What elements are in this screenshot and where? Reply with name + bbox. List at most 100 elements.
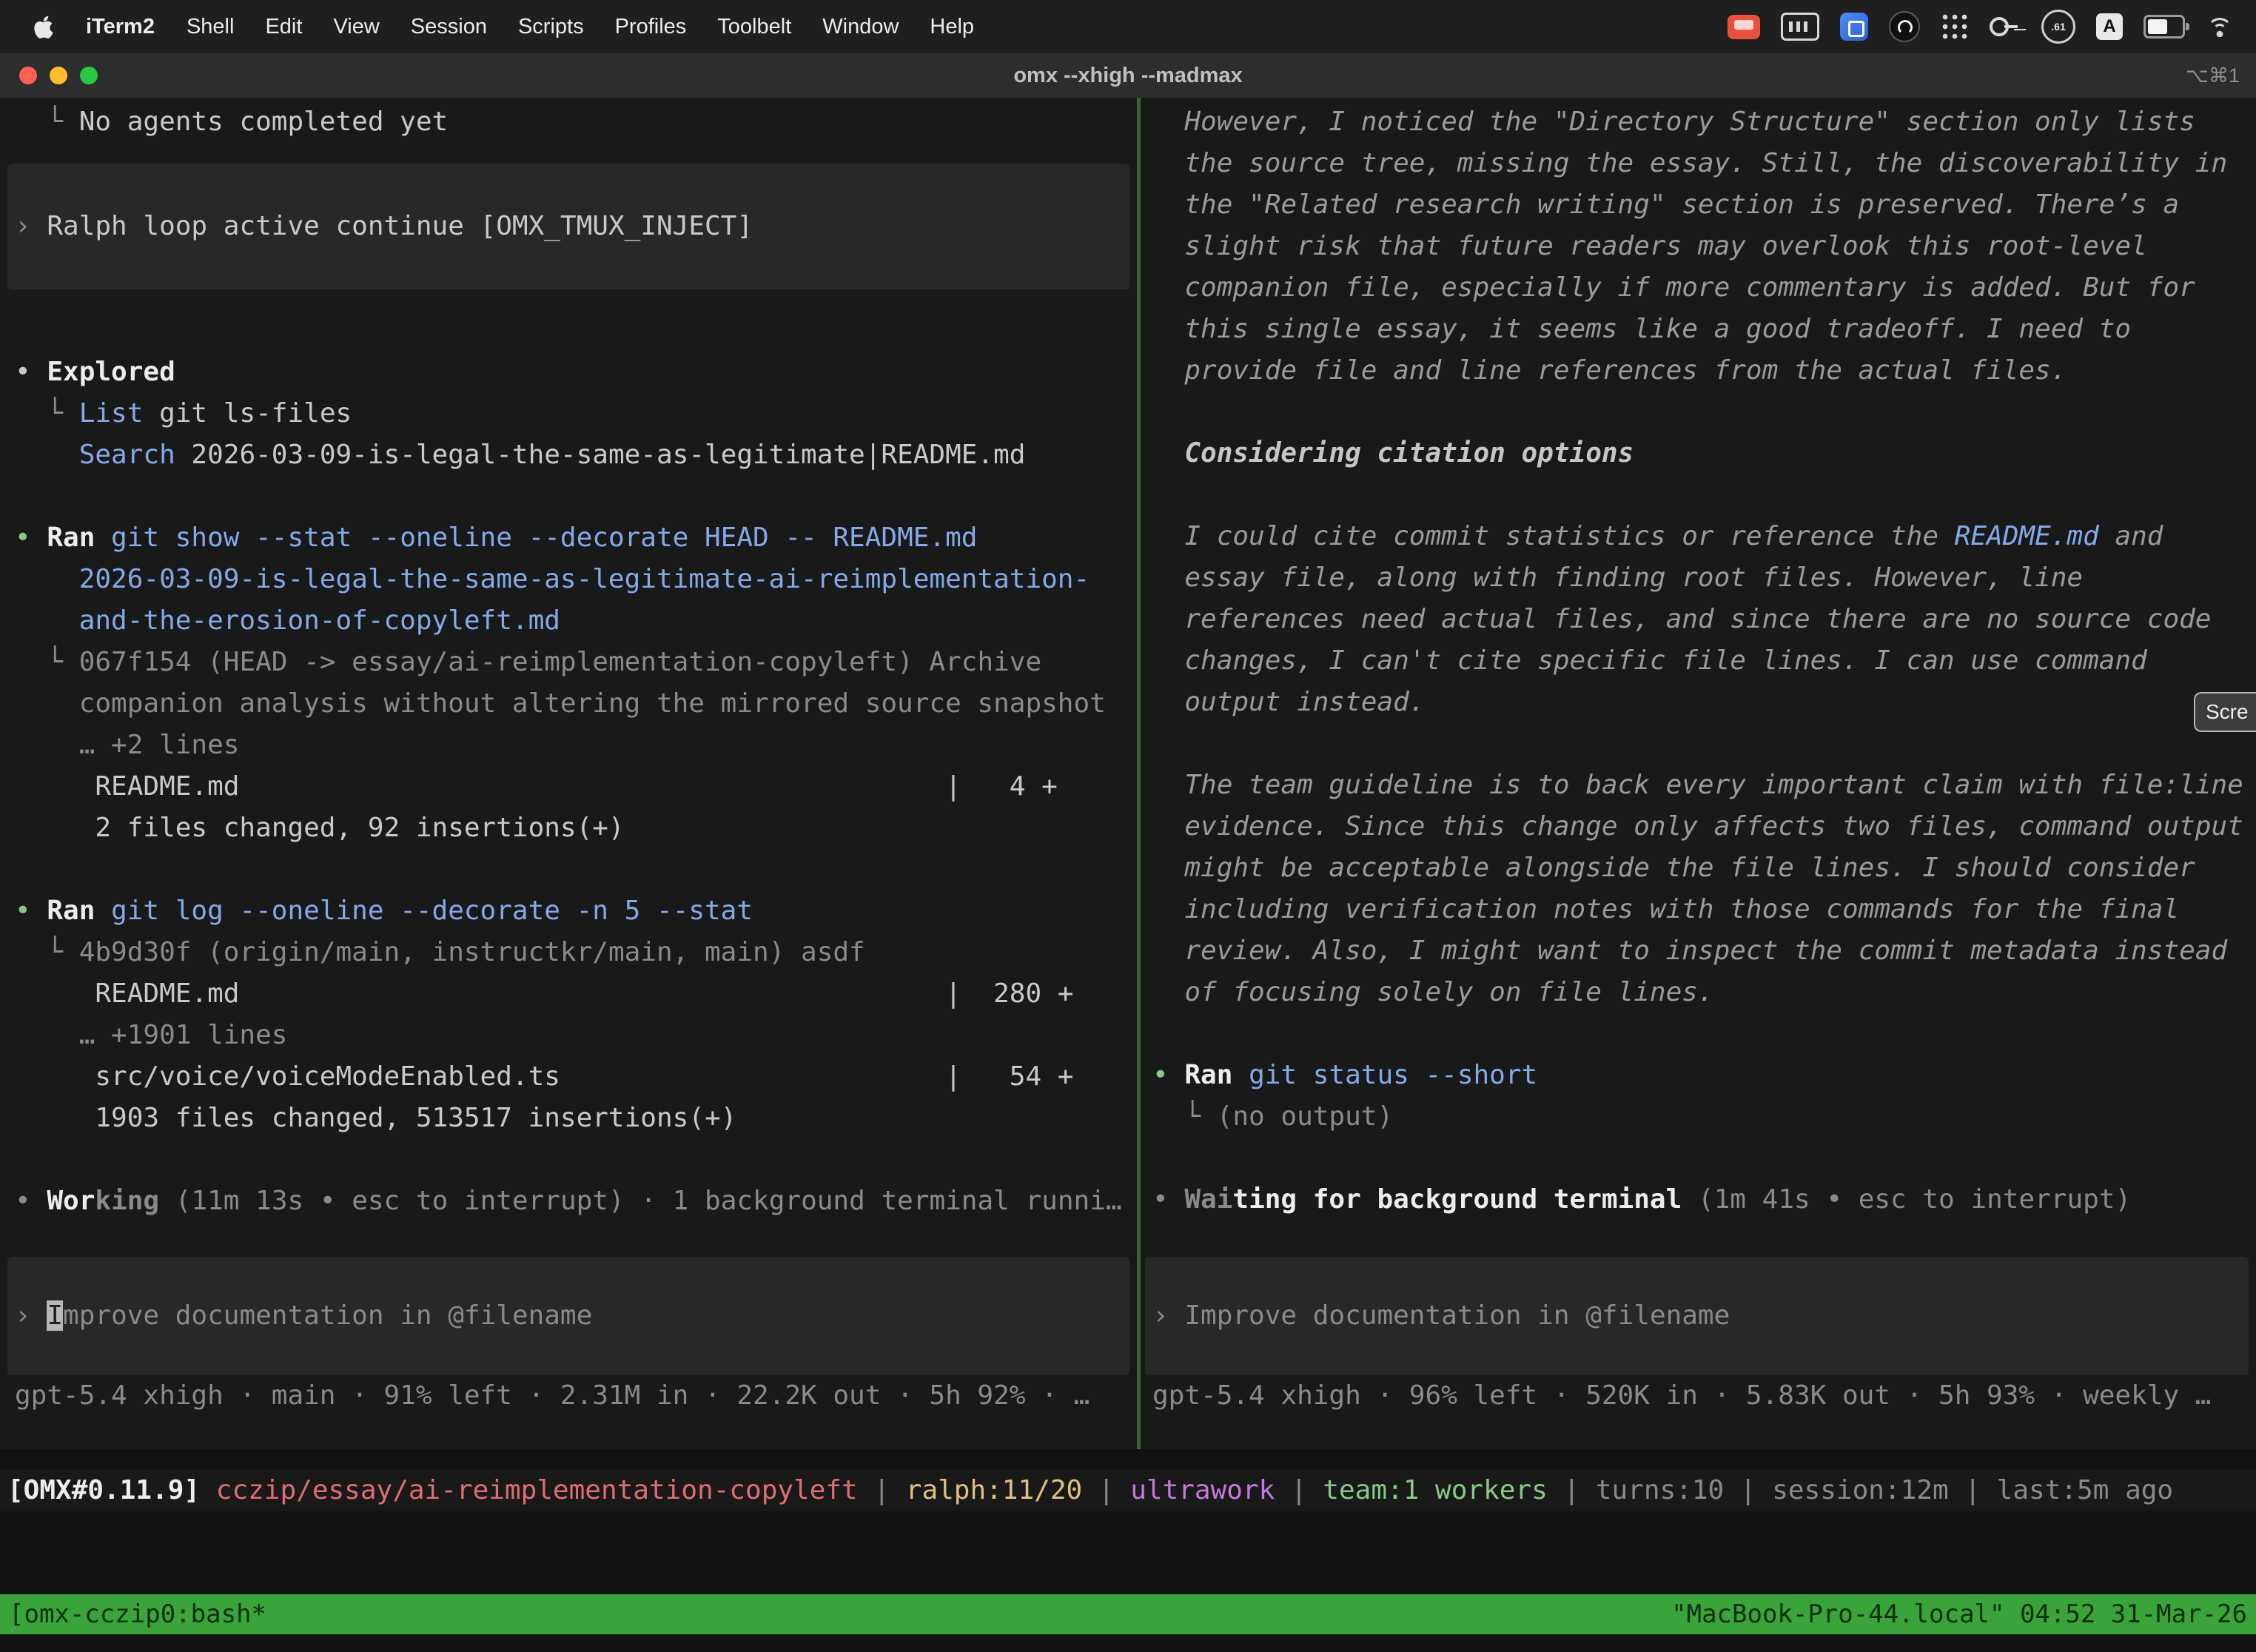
gauge-icon-label: .61 xyxy=(2051,21,2065,33)
terminal-line xyxy=(1152,392,2256,433)
text-segment: • xyxy=(15,357,47,387)
text-segment: 2026-03-09-is-legal-the-same-as-legitima… xyxy=(175,440,1026,470)
battery-icon[interactable] xyxy=(2143,15,2185,38)
dark-app-icon[interactable] xyxy=(1889,11,1920,42)
terminal-pane-right[interactable]: However, I noticed the "Directory Struct… xyxy=(1141,98,2256,1449)
omx-status-line: [OMX#0.11.9] cczip/essay/ai-reimplementa… xyxy=(0,1470,2256,1511)
gauge-icon[interactable]: .61 xyxy=(2041,10,2075,44)
text-segment: git ls-files xyxy=(143,398,352,429)
terminal-line: … +2 lines xyxy=(15,725,1137,766)
spacer xyxy=(15,143,1137,164)
keyboard-icon[interactable] xyxy=(1781,13,1819,41)
ran-git-status: • Ran git status --short xyxy=(1152,1055,2256,1096)
prompt-text: › Improve documentation in @filename xyxy=(15,1295,1129,1337)
text-segment: changes, I can't cite specific file line… xyxy=(1152,645,2147,676)
terminal-line: └ List git ls-files xyxy=(15,393,1137,434)
text-segment: I could cite commit statistics or refere… xyxy=(1152,521,1955,551)
text-segment: companion file, especially if more comme… xyxy=(1152,272,2195,303)
input-source-icon[interactable]: A xyxy=(2096,13,2123,40)
prompt-input-right[interactable]: › Improve documentation in @filename xyxy=(1145,1257,2249,1375)
input-source-icon-label: A xyxy=(2103,16,2115,37)
text-segment: 067f154 (HEAD -> essay/ai-reimplementati… xyxy=(79,647,1041,677)
text-segment: … +1901 lines xyxy=(15,1020,287,1050)
terminal-line xyxy=(15,310,1137,352)
text-segment: might be acceptable alongside the file l… xyxy=(1152,853,2195,883)
text-segment: gpt-5.4 xhigh · main · 91% left · 2.31M … xyxy=(15,1380,1090,1411)
terminal-line: └ 4b9d30f (origin/main, instructkr/main,… xyxy=(15,932,1137,973)
window-titlebar[interactable]: omx --xhigh --madmax ⌥⌘1 xyxy=(0,53,2256,98)
menu-item-profiles[interactable]: Profiles xyxy=(600,15,702,39)
text-segment: and-the-erosion-of-copyleft.md xyxy=(15,605,560,636)
blue-app-icon[interactable] xyxy=(1840,13,1868,41)
text-segment: Ralph loop active continue [OMX_TMUX_INJ… xyxy=(47,211,753,241)
tmux-host-time: "MacBook-Pro-44.local" 04:52 31-Mar-26 xyxy=(1671,1599,2247,1629)
wifi-icon[interactable] xyxy=(2206,16,2234,37)
terminal-line: of focusing solely on file lines. xyxy=(1152,972,2256,1013)
terminal-line: However, I noticed the "Directory Struct… xyxy=(1152,101,2256,143)
zoom-button[interactable] xyxy=(80,67,98,84)
text-segment: the source tree, missing the essay. Stil… xyxy=(1152,148,2227,178)
menu-bar: iTerm2 ShellEditViewSessionScriptsProfil… xyxy=(0,0,2256,53)
menu-item-scripts[interactable]: Scripts xyxy=(503,15,600,39)
text-segment: Ran xyxy=(47,896,111,926)
prompt-input-left[interactable]: › Improve documentation in @filename xyxy=(7,1257,1129,1375)
text-segment: references need actual files, and since … xyxy=(1152,604,2211,634)
tmux-status-bar: [omx-cczip0:bash* "MacBook-Pro-44.local"… xyxy=(0,1594,2256,1634)
terminal-line: README.md | 4 + xyxy=(15,766,1137,807)
text-segment: • xyxy=(1152,1184,1184,1215)
window-shortcut-badge: ⌥⌘1 xyxy=(2186,64,2240,87)
menu-item-toolbelt[interactable]: Toolbelt xyxy=(702,15,807,39)
text-segment: No agents completed yet xyxy=(79,107,449,137)
terminal-line: The team guideline is to back every impo… xyxy=(1152,765,2256,806)
menu-item-iterm2[interactable]: iTerm2 xyxy=(70,15,171,39)
terminal-line: slight risk that future readers may over… xyxy=(1152,226,2256,267)
traffic-lights xyxy=(19,67,98,84)
terminal-line: companion analysis without altering the … xyxy=(15,683,1137,725)
text-segment: | xyxy=(1548,1475,1596,1505)
ran-git-show: • Ran git show --stat --oneline --decora… xyxy=(15,517,1137,559)
menu-item-session[interactable]: Session xyxy=(395,15,503,39)
text-segment: Wor xyxy=(47,1186,95,1216)
text-segment: … +2 lines xyxy=(15,730,239,760)
text-segment: › xyxy=(15,1300,47,1331)
text-segment: Ran xyxy=(1184,1060,1249,1090)
menu-item-window[interactable]: Window xyxy=(807,15,914,39)
terminal-line: references need actual files, and since … xyxy=(1152,599,2256,640)
terminal: └ No agents completed yet › Ralph loop ac… xyxy=(0,98,2256,1449)
text-segment: › xyxy=(1152,1300,1184,1331)
menu-item-help[interactable]: Help xyxy=(914,15,990,39)
text-segment: 2 files changed, 92 insertions(+) xyxy=(15,813,625,843)
terminal-line xyxy=(1152,723,2256,765)
menu-item-view[interactable]: View xyxy=(318,15,395,39)
text-segment: provide file and line references from th… xyxy=(1152,355,2067,386)
screen: iTerm2 ShellEditViewSessionScriptsProfil… xyxy=(0,0,2256,1652)
text-segment: Improve documentation in @filename xyxy=(1184,1300,1730,1331)
text-segment: README.md | 280 + xyxy=(15,978,1073,1009)
terminal-line: including verification notes with those … xyxy=(1152,889,2256,930)
terminal-line: and-the-erosion-of-copyleft.md xyxy=(15,600,1137,642)
key-icon[interactable] xyxy=(1990,17,2009,36)
minimize-button[interactable] xyxy=(50,67,67,84)
text-segment: king xyxy=(95,1186,159,1216)
text-segment: essay file, along with finding root file… xyxy=(1152,563,2083,593)
terminal-line: └ (no output) xyxy=(1152,1096,2256,1138)
text-segment: └ xyxy=(1152,1101,1217,1132)
close-button[interactable] xyxy=(19,67,37,84)
text-segment: • xyxy=(15,523,47,553)
apple-menu-icon[interactable] xyxy=(18,16,70,38)
screen-recording-icon[interactable] xyxy=(1728,15,1760,39)
screen-edge-tooltip[interactable]: Scre xyxy=(2194,692,2256,732)
waiting-status-line: • Waiting for background terminal (1m 41… xyxy=(1152,1179,2256,1220)
terminal-line: 2 files changed, 92 insertions(+) xyxy=(15,807,1137,849)
text-segment: 4b9d30f (origin/main, instructkr/main, m… xyxy=(79,937,865,967)
menu-item-shell[interactable]: Shell xyxy=(171,15,250,39)
thinking-heading: Considering citation options xyxy=(1152,433,2256,474)
menu-item-edit[interactable]: Edit xyxy=(249,15,318,39)
tmux-session-info: [omx-cczip0:bash* xyxy=(9,1599,266,1629)
terminal-line: this single essay, it seems like a good … xyxy=(1152,309,2256,350)
text-segment: | xyxy=(858,1475,906,1505)
text-segment: • xyxy=(15,896,47,926)
grid-icon[interactable] xyxy=(1941,13,1969,41)
terminal-pane-left[interactable]: └ No agents completed yet› Ralph loop ac… xyxy=(0,98,1137,1449)
text-segment: List xyxy=(79,398,144,429)
